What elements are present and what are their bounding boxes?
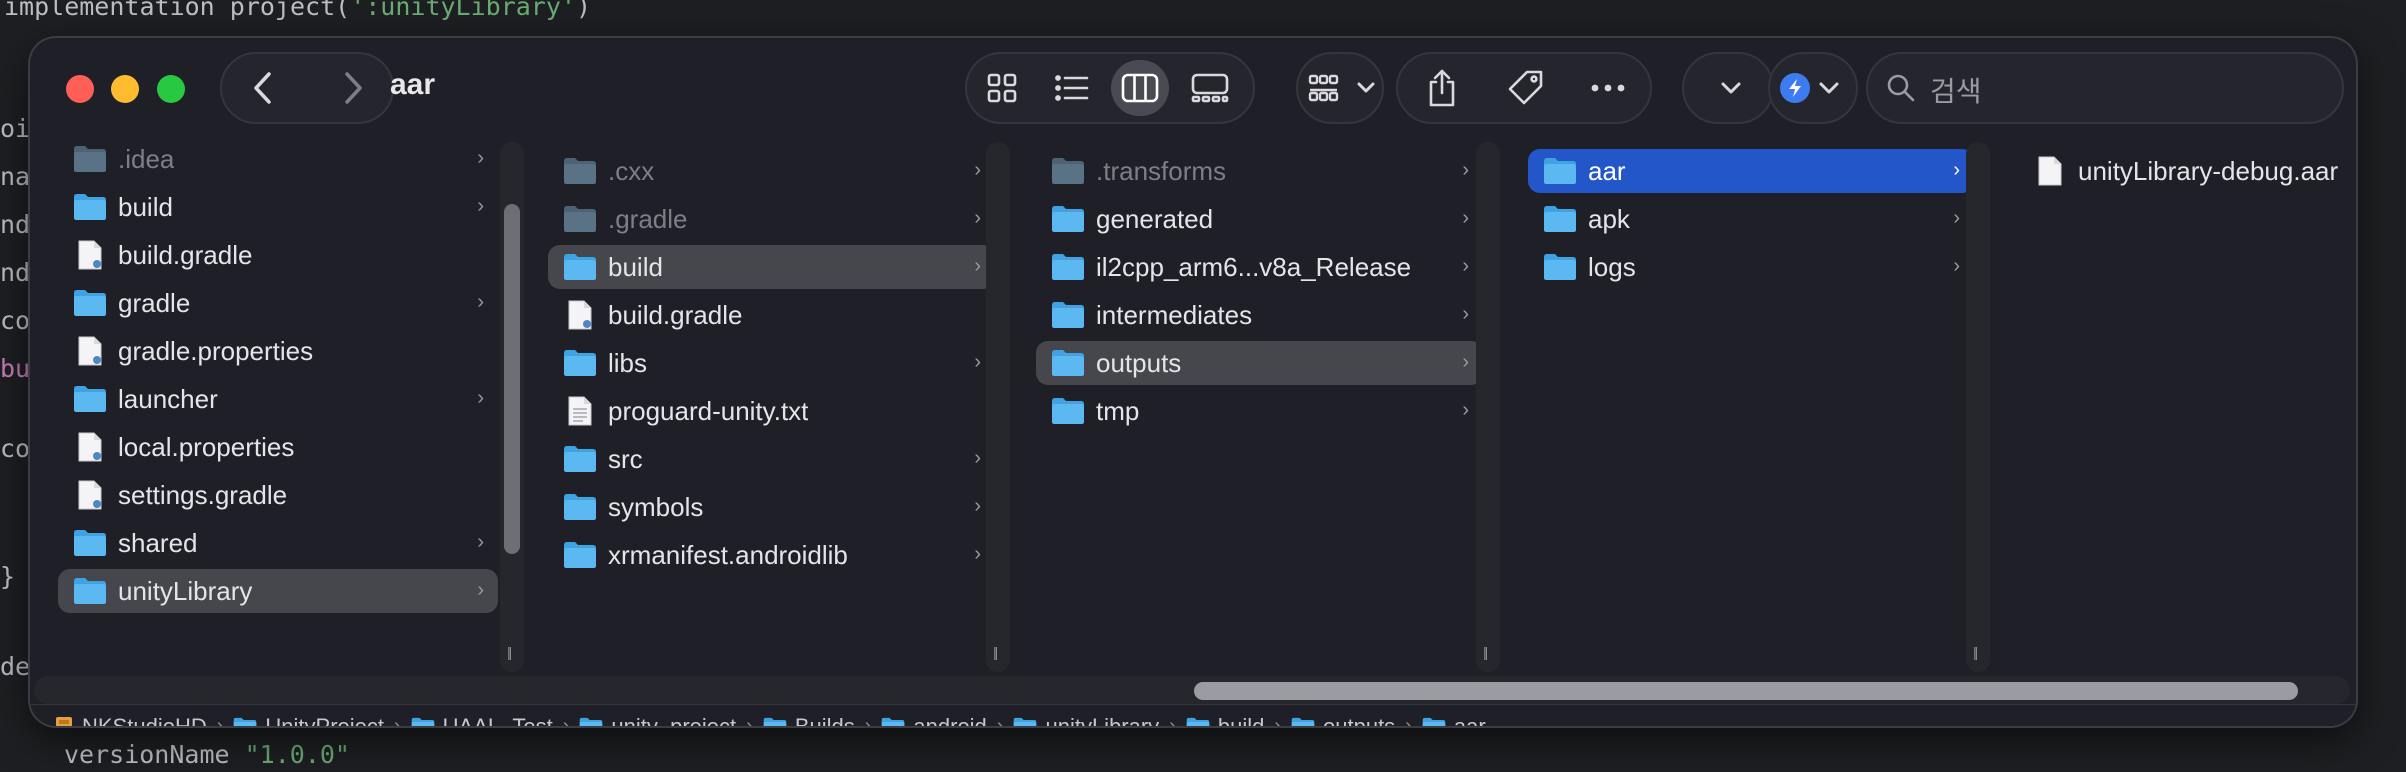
- group-button[interactable]: [1296, 52, 1384, 124]
- browser-column-5: unityLibrary-debug.aar: [30, 138, 2356, 678]
- toolbar: aar 검색: [30, 38, 2356, 138]
- chevron-right-icon: [345, 72, 362, 104]
- folder-icon: [1013, 717, 1037, 726]
- ellipsis-icon: [1591, 84, 1625, 92]
- folder-icon: [233, 717, 257, 726]
- path-segment[interactable]: unityLibrary ›: [1013, 713, 1185, 727]
- code-line-version: versionName "1.0.0": [64, 740, 350, 769]
- bolt-icon: [1780, 73, 1810, 103]
- folder-icon: [411, 717, 435, 726]
- code-fragment: bu: [0, 354, 31, 383]
- tag-button[interactable]: [1488, 54, 1564, 122]
- path-separator-icon: ›: [996, 715, 1004, 726]
- tag-icon: [1508, 70, 1543, 105]
- share-button[interactable]: [1404, 54, 1480, 122]
- folder-icon: [579, 717, 603, 726]
- back-button[interactable]: [228, 54, 298, 122]
- gallery-icon: [1191, 73, 1229, 103]
- path-segment[interactable]: aar: [1422, 713, 1486, 727]
- horizontal-scrollbar[interactable]: [34, 676, 2350, 704]
- folder-icon: [881, 717, 905, 726]
- path-segment-label: aar: [1453, 713, 1486, 727]
- code-fragment: oi: [0, 114, 31, 143]
- close-window-button[interactable]: [66, 75, 94, 103]
- code-fragment: co: [0, 434, 31, 463]
- path-separator-icon: ›: [1405, 715, 1412, 726]
- folder-icon: [1422, 717, 1446, 726]
- path-segment[interactable]: NKStudioHD ›: [54, 713, 233, 727]
- icon-view-button[interactable]: [973, 60, 1031, 116]
- navigation-group: [220, 52, 394, 124]
- folder-icon: [1291, 717, 1315, 726]
- share-icon: [1429, 69, 1455, 107]
- code-fragment: de: [0, 652, 31, 681]
- path-separator-icon: ›: [1274, 715, 1282, 726]
- code-fragment: co: [0, 306, 31, 335]
- path-separator-icon: ›: [864, 715, 872, 726]
- chevron-left-icon: [254, 72, 271, 104]
- path-separator-icon: ›: [746, 715, 753, 726]
- path-segment-label: NKStudioHD: [82, 713, 207, 727]
- path-segment-label: Builds: [794, 713, 855, 727]
- path-segment-label: build: [1217, 713, 1265, 727]
- path-segment-label: outputs: [1323, 713, 1396, 727]
- window-title: aar: [390, 68, 436, 101]
- gallery-view-button[interactable]: [1181, 60, 1239, 116]
- view-mode-group: [965, 52, 1255, 124]
- quick-action-button[interactable]: [1768, 52, 1858, 124]
- path-separator-icon: ›: [562, 715, 570, 726]
- code-line-dependency: implementation project(':unityLibrary'): [4, 0, 592, 21]
- path-bar: NKStudioHD › UnityProject › UAAL_Test › unity_…: [30, 704, 2356, 726]
- list-icon: [1055, 75, 1089, 101]
- path-segment[interactable]: UAAL_Test ›: [411, 713, 580, 727]
- path-segment[interactable]: UnityProject ›: [233, 713, 410, 727]
- chevron-down-icon: [1356, 76, 1376, 105]
- path-segment-label: android: [913, 713, 987, 727]
- path-separator-icon: ›: [216, 715, 224, 726]
- chevron-down-icon: [1818, 76, 1840, 105]
- path-segment[interactable]: Builds ›: [763, 713, 882, 727]
- path-separator-icon: ›: [1169, 715, 1176, 726]
- path-segment-label: unityLibrary: [1045, 713, 1160, 727]
- toolbar-overflow-button[interactable]: [1682, 52, 1774, 124]
- path-separator-icon: ›: [393, 715, 401, 726]
- forward-button[interactable]: [318, 54, 388, 122]
- minimize-window-button[interactable]: [111, 75, 139, 103]
- finder-window: aar 검색 .idea › build › build.gradle grad…: [30, 38, 2356, 726]
- zoom-window-button[interactable]: [157, 75, 185, 103]
- code-fragment: nd: [0, 258, 31, 287]
- action-group: [1396, 52, 1652, 124]
- grid-icon: [987, 73, 1017, 103]
- more-actions-button[interactable]: [1570, 54, 1646, 122]
- path-segment[interactable]: android ›: [881, 713, 1013, 727]
- code-fragment: }: [0, 562, 16, 591]
- document-icon: [2032, 156, 2068, 186]
- chevron-down-icon: [1720, 76, 1742, 105]
- column-view-button[interactable]: [1111, 60, 1169, 116]
- path-segment-label: unity_project: [611, 713, 737, 727]
- list-view-button[interactable]: [1043, 60, 1101, 116]
- folder-icon: [1186, 717, 1210, 726]
- group-icon: [1308, 74, 1348, 107]
- path-segment[interactable]: unity_project ›: [579, 713, 762, 727]
- home-drive-icon: [54, 716, 74, 726]
- code-fragment: na: [0, 162, 31, 191]
- code-fragment: nd: [0, 210, 31, 239]
- file-item-unitylibrary-debug-aar[interactable]: unityLibrary-debug.aar: [2018, 149, 2356, 193]
- columns-icon: [1121, 73, 1159, 103]
- path-segment[interactable]: outputs ›: [1291, 713, 1422, 727]
- search-field[interactable]: 검색: [1866, 52, 2344, 124]
- search-placeholder: 검색: [1930, 76, 1982, 107]
- search-icon: [1886, 73, 1916, 108]
- path-segment-label: UAAL_Test: [442, 713, 553, 727]
- folder-icon: [763, 717, 787, 726]
- horizontal-scrollbar-thumb[interactable]: [1194, 682, 2298, 700]
- path-segment[interactable]: build ›: [1186, 713, 1291, 727]
- path-segment-label: UnityProject: [265, 713, 384, 727]
- item-label: unityLibrary-debug.aar: [2078, 155, 2339, 186]
